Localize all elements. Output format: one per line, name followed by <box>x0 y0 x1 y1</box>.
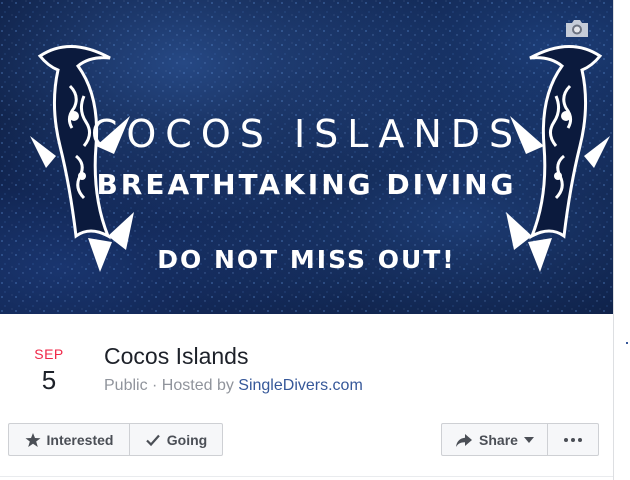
cover-title-text: COCOS ISLANDS <box>90 112 523 156</box>
ellipsis-icon <box>564 437 582 442</box>
event-day: 5 <box>41 365 57 395</box>
checkmark-icon <box>146 434 160 446</box>
event-month: SEP <box>34 346 64 362</box>
cover-cta-text: DO NOT MISS OUT! <box>157 245 456 274</box>
share-arrow-icon <box>456 433 473 447</box>
more-options-button[interactable] <box>548 423 599 456</box>
event-date: SEP 5 <box>28 346 70 396</box>
going-label: Going <box>166 431 208 448</box>
column-divider <box>613 0 614 480</box>
card-bottom-divider <box>0 476 613 477</box>
event-host-link[interactable]: SingleDivers.com <box>238 377 362 394</box>
meta-separator: · <box>147 377 162 394</box>
event-meta: Public · Hosted by SingleDivers.com <box>104 377 363 395</box>
star-icon <box>25 432 41 447</box>
edge-marker <box>626 342 628 344</box>
hosted-by-prefix: Hosted by <box>161 377 239 394</box>
interested-label: Interested <box>46 431 114 448</box>
caret-down-icon <box>523 436 534 443</box>
hammerhead-shark-right-icon <box>506 45 610 272</box>
cover-subtitle-text: BREATHTAKING DIVING <box>96 168 517 201</box>
hammerhead-shark-left-icon <box>30 45 134 272</box>
event-cover-photo[interactable]: COCOS ISLANDS BREATHTAKING DIVING DO NOT… <box>0 0 613 314</box>
share-label: Share <box>479 431 518 448</box>
interested-button[interactable]: Interested <box>8 423 129 456</box>
event-privacy: Public <box>104 377 148 394</box>
event-title: Cocos Islands <box>104 343 249 369</box>
camera-icon[interactable] <box>564 17 590 39</box>
share-button[interactable]: Share <box>441 423 548 456</box>
going-button[interactable]: Going <box>129 423 223 456</box>
